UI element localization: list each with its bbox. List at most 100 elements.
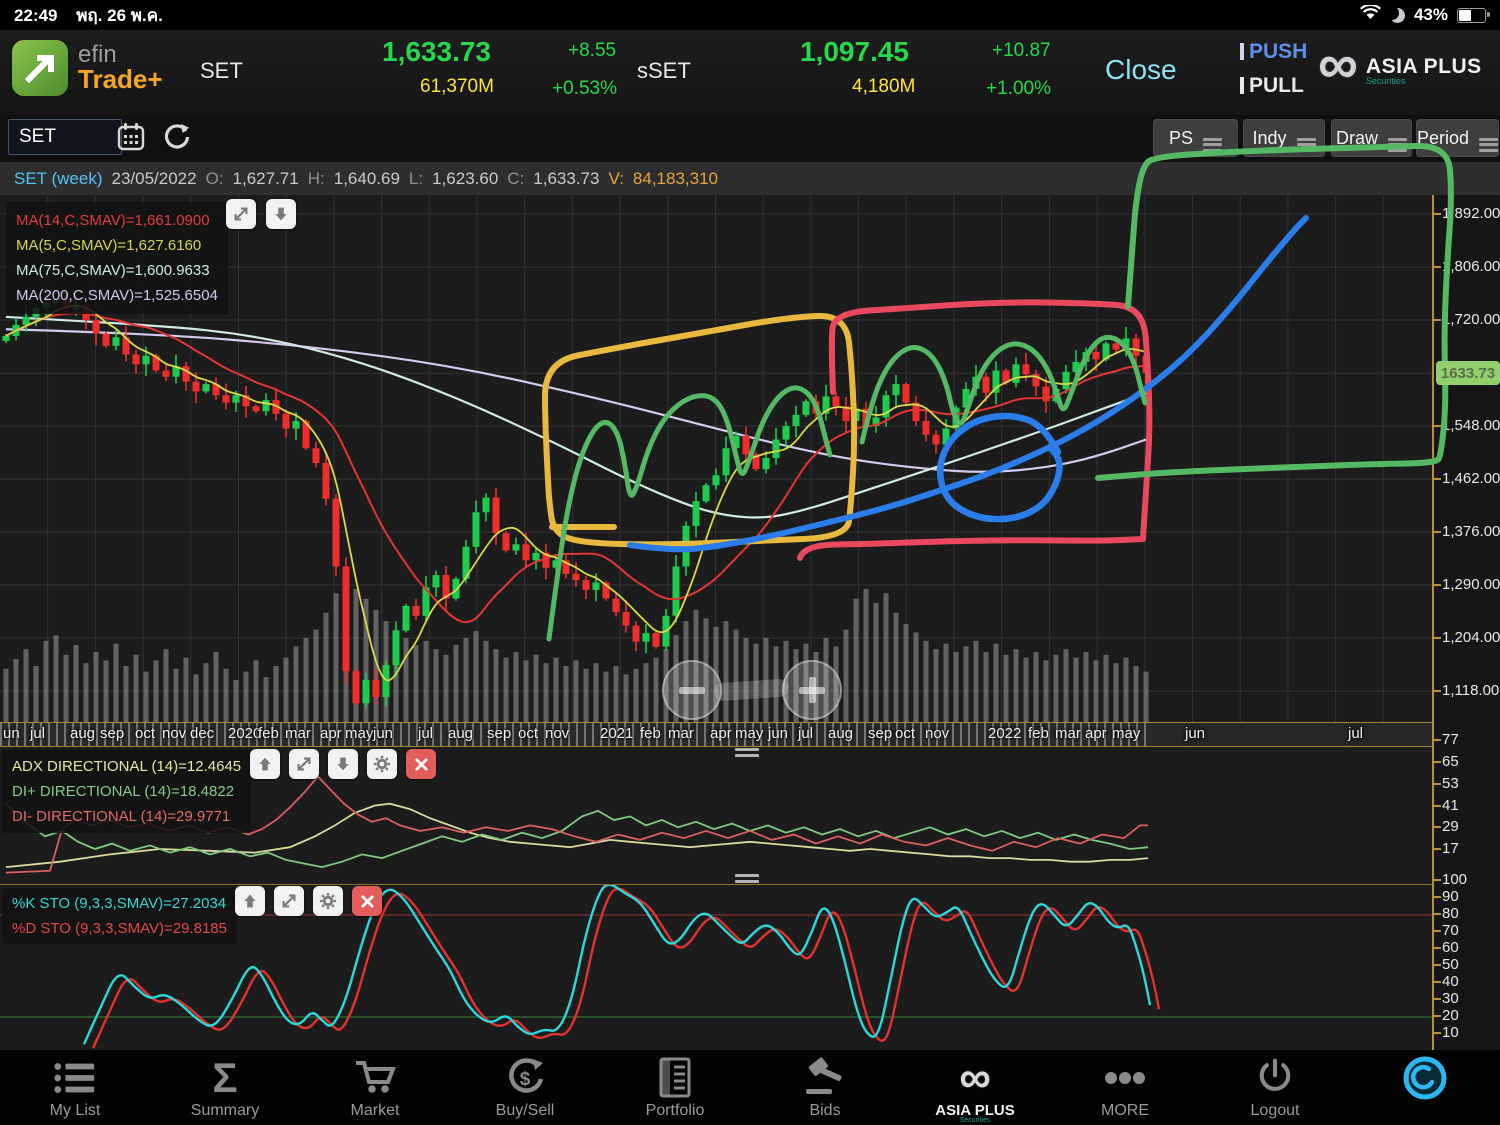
- axis-tick-mark: [1434, 981, 1441, 983]
- zoom-in-button[interactable]: [782, 660, 842, 720]
- axis-tick-mark: [1434, 584, 1441, 586]
- sto-tick: 100: [1442, 871, 1468, 888]
- list-icon: [52, 1056, 98, 1100]
- gear-button[interactable]: [313, 886, 343, 916]
- axis-tick-mark: [1434, 879, 1441, 881]
- chart-info-item: 84,183,310: [632, 168, 719, 188]
- expand-button[interactable]: [226, 199, 256, 229]
- nav-item-market[interactable]: Market: [300, 1050, 450, 1125]
- time-axis-label: 2021: [600, 725, 634, 742]
- calendar-icon[interactable]: [114, 119, 148, 155]
- adx-tick: 77: [1442, 731, 1459, 748]
- arrow-down-button[interactable]: [266, 199, 296, 229]
- sset-name[interactable]: sSET: [637, 58, 691, 84]
- adx-tick: 17: [1442, 840, 1459, 857]
- trading-app: 22:49 พฤ. 26 พ.ค. 43% efin Trade+ SET 1,…: [0, 0, 1500, 1125]
- chart-info-item: O:: [205, 168, 224, 188]
- time-axis-label: may: [735, 725, 764, 742]
- expand-icon: [282, 894, 296, 908]
- time-axis-label: oct: [135, 725, 156, 742]
- clock: 22:49: [14, 5, 58, 25]
- pane-resize-handle[interactable]: [735, 874, 759, 883]
- chart-menu-button-indy[interactable]: Indy: [1243, 119, 1325, 157]
- sto-tick: 50: [1442, 956, 1459, 973]
- expand-button[interactable]: [289, 749, 319, 779]
- legend-line: MA(200,C,SMAV)=1,525.6504: [16, 287, 218, 304]
- buysell-icon: $: [503, 1056, 547, 1100]
- nav-item-buy-sell[interactable]: $ Buy/Sell: [450, 1050, 600, 1125]
- price-tick: 1,290.00: [1442, 576, 1500, 593]
- axis-tick-mark: [1434, 739, 1441, 741]
- push-bar-icon: [1240, 43, 1244, 60]
- sset-last: 1,097.45: [800, 36, 909, 67]
- hamburger-icon: [1479, 125, 1499, 152]
- nav-item-more[interactable]: MORE: [1050, 1050, 1200, 1125]
- set-last: 1,633.73: [382, 36, 491, 67]
- time-axis-label: 2020: [228, 725, 262, 742]
- pull-toggle[interactable]: PULL: [1240, 74, 1304, 98]
- nav-item-assistive[interactable]: [1350, 1050, 1500, 1125]
- time-axis-label: nov: [925, 725, 950, 742]
- set-volume: 61,370M: [420, 76, 494, 97]
- expand-button[interactable]: [274, 886, 304, 916]
- nav-item-my-list[interactable]: My List: [0, 1050, 150, 1125]
- battery-icon: [1457, 7, 1490, 23]
- legend-line: DI- DIRECTIONAL (14)=29.9771: [12, 808, 231, 825]
- sto-tick: 40: [1442, 973, 1459, 990]
- axis-tick-mark: [1434, 930, 1441, 932]
- legend-line: MA(75,C,SMAV)=1,600.9633: [16, 262, 210, 279]
- chart-menu-button-draw[interactable]: Draw: [1331, 119, 1412, 157]
- nav-item-summary[interactable]: Σ Summary: [150, 1050, 300, 1125]
- status-date: พฤ. 26 พ.ค.: [76, 5, 163, 25]
- nav-label: Summary: [190, 1102, 260, 1119]
- nav-item-asia-plus[interactable]: ∞ ASIA PLUS Securities: [900, 1050, 1050, 1125]
- symbol-input[interactable]: [8, 119, 122, 155]
- hamburger-icon: [1203, 125, 1222, 152]
- time-axis-label: feb: [258, 725, 279, 742]
- axis-tick-mark: [1434, 805, 1441, 807]
- nav-label: Portfolio: [645, 1102, 705, 1119]
- assistive-icon: [1399, 1056, 1451, 1100]
- nav-item-portfolio[interactable]: Portfolio: [600, 1050, 750, 1125]
- ohlc-info-line: SET (week) 23/05/2022 O: 1,627.71 H: 1,640.69…: [0, 162, 1500, 195]
- gear-button[interactable]: [367, 749, 397, 779]
- wifi-icon: [1360, 3, 1381, 26]
- arrow-up-button[interactable]: [250, 749, 280, 779]
- price-tick: 1,720.00: [1442, 311, 1500, 328]
- arrow-up-button[interactable]: [235, 886, 265, 916]
- zoom-out-button[interactable]: [662, 660, 722, 720]
- time-axis-label: sep: [100, 725, 125, 742]
- time-axis-label: may: [1112, 725, 1141, 742]
- time-axis-scrollbar[interactable]: un jul aug sep oct nov dec 2020 feb mar apr may jun j…: [0, 722, 1432, 747]
- axis-tick-mark: [1434, 1032, 1441, 1034]
- chart-menu-button-ps[interactable]: PS: [1153, 119, 1238, 157]
- price-tick: 1,118.00: [1442, 682, 1500, 699]
- broker-name: ASIA PLUS: [1365, 54, 1482, 78]
- pull-bar-icon: [1240, 77, 1244, 94]
- sto-tick: 10: [1442, 1024, 1459, 1041]
- adx-tick: 65: [1442, 753, 1459, 770]
- dots-icon: [1099, 1056, 1151, 1100]
- sset-change: +10.87: [992, 40, 1051, 61]
- status-left: 22:49 พฤ. 26 พ.ค.: [14, 2, 163, 29]
- close-button[interactable]: [406, 749, 436, 779]
- time-axis-label: jul: [418, 725, 434, 742]
- sto-tick: 20: [1442, 1007, 1459, 1024]
- pane-resize-handle[interactable]: [735, 748, 759, 757]
- chart-menu-button-period[interactable]: Period: [1416, 119, 1499, 157]
- nav-item-bids[interactable]: Bids: [750, 1050, 900, 1125]
- time-axis-label: dec: [190, 725, 215, 742]
- market-status: Close: [1105, 54, 1177, 85]
- axis-tick-mark: [1434, 761, 1441, 763]
- nav-item-logout[interactable]: Logout: [1200, 1050, 1350, 1125]
- refresh-icon[interactable]: [160, 119, 194, 155]
- nav-label: Buy/Sell: [495, 1102, 555, 1119]
- set-name[interactable]: SET: [200, 58, 243, 84]
- arrow-down-button[interactable]: [328, 749, 358, 779]
- price-tick: 1,548.00: [1442, 417, 1500, 434]
- nav-label: My List: [49, 1102, 101, 1119]
- efin-logo: efin Trade+: [12, 40, 163, 96]
- asia-plus-infinity-icon: ∞: [1318, 32, 1358, 95]
- push-toggle[interactable]: PUSH: [1240, 40, 1307, 64]
- close-button[interactable]: [352, 886, 382, 916]
